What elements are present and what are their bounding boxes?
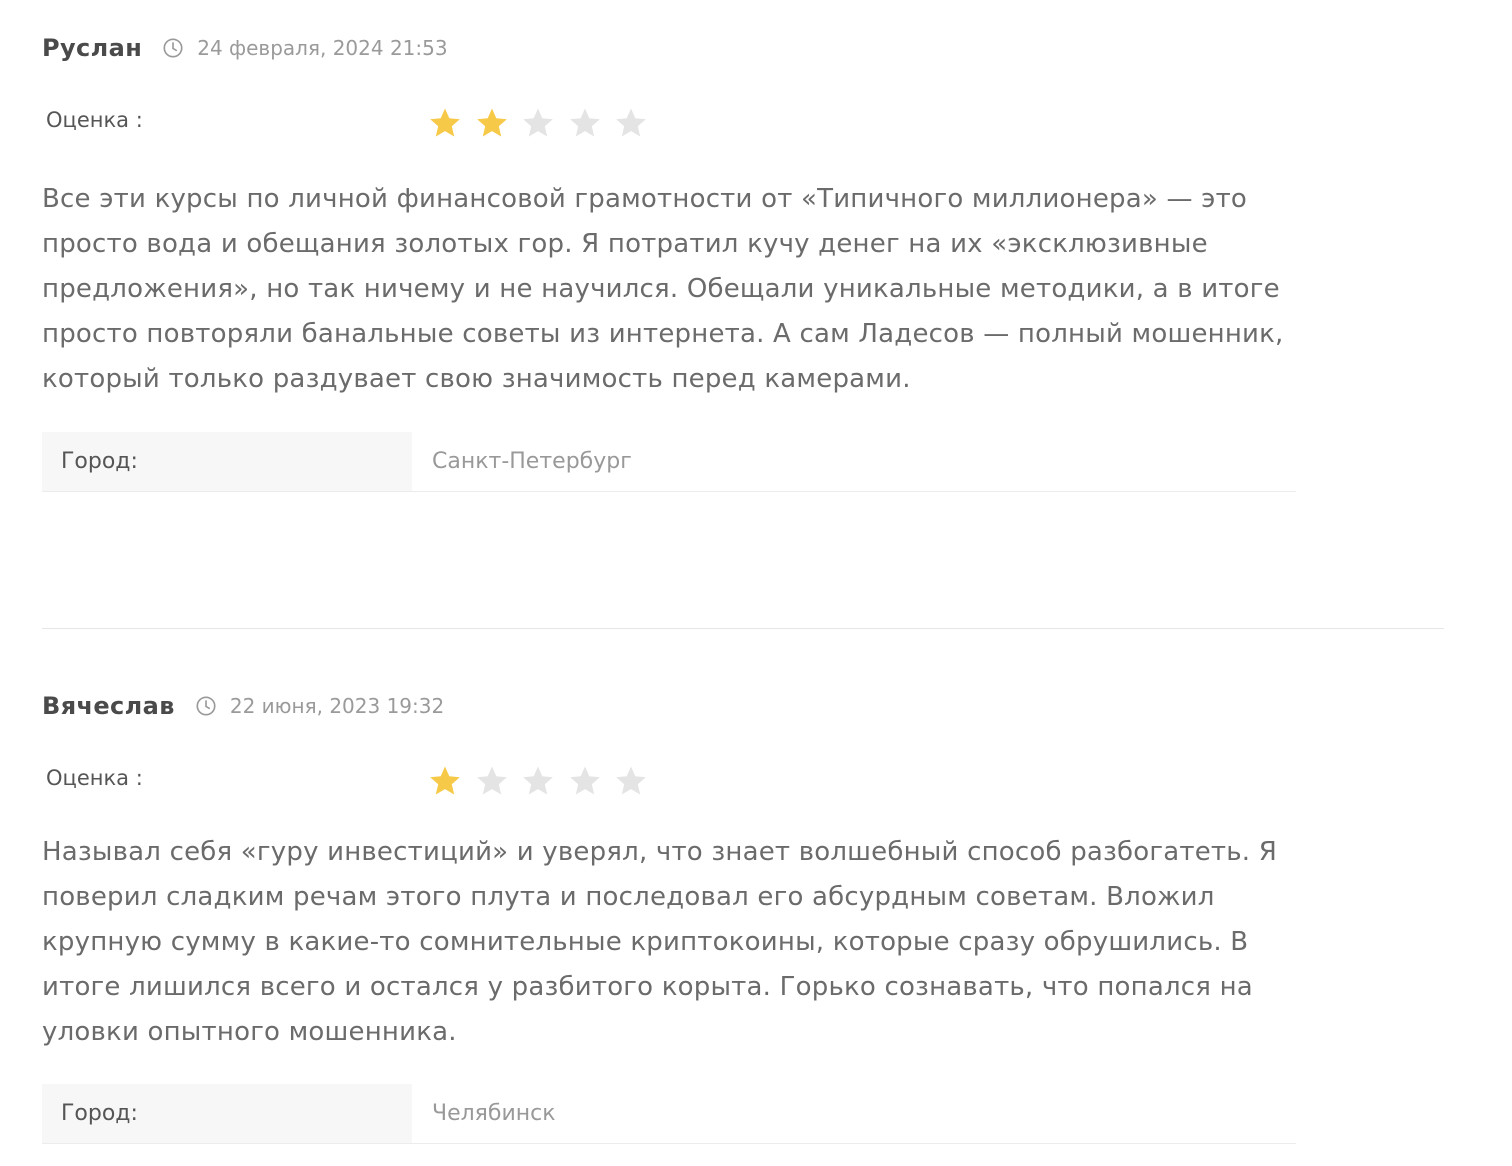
review-divider — [42, 628, 1444, 629]
star-empty-icon — [611, 762, 651, 802]
clock-icon — [162, 37, 184, 59]
review-author: Вячеслав — [42, 692, 175, 720]
star-filled-icon — [472, 104, 512, 144]
star-empty-icon — [518, 104, 558, 144]
city-row: Город: Санкт-Петербург — [42, 432, 1296, 492]
clock-icon — [195, 695, 217, 717]
review-author: Руслан — [42, 34, 143, 62]
city-label: Город: — [42, 432, 412, 491]
star-empty-icon — [518, 762, 558, 802]
review-header: Руслан 24 февраля, 2024 21:53 — [42, 28, 1444, 68]
star-filled-icon — [425, 762, 465, 802]
review-card: Вячеслав 22 июня, 2023 19:32 Оценка : На… — [42, 686, 1444, 1144]
rating-label: Оценка : — [46, 108, 143, 132]
rating-row: Оценка : — [42, 758, 1444, 818]
review-date: 22 июня, 2023 19:32 — [229, 694, 445, 718]
city-label: Город: — [42, 1084, 412, 1143]
review-text: Все эти курсы по личной финансовой грамо… — [42, 184, 1284, 394]
rating-label: Оценка : — [46, 766, 143, 790]
star-empty-icon — [565, 762, 605, 802]
rating-stars — [425, 104, 658, 144]
star-empty-icon — [472, 762, 512, 802]
reviews-list: Руслан 24 февраля, 2024 21:53 Оценка : В… — [0, 0, 1512, 1166]
rating-row: Оценка : — [42, 100, 1444, 160]
star-filled-icon — [425, 104, 465, 144]
star-empty-icon — [611, 104, 651, 144]
rating-stars — [425, 762, 658, 802]
review-header: Вячеслав 22 июня, 2023 19:32 — [42, 686, 1444, 726]
review-card: Руслан 24 февраля, 2024 21:53 Оценка : В… — [42, 28, 1444, 492]
city-value: Санкт-Петербург — [432, 449, 632, 474]
star-empty-icon — [565, 104, 605, 144]
review-date: 24 февраля, 2024 21:53 — [197, 36, 448, 60]
city-value: Челябинск — [432, 1101, 556, 1126]
city-row: Город: Челябинск — [42, 1084, 1296, 1144]
review-text: Называл себя «гуру инвестиций» и уверял,… — [42, 837, 1277, 1047]
